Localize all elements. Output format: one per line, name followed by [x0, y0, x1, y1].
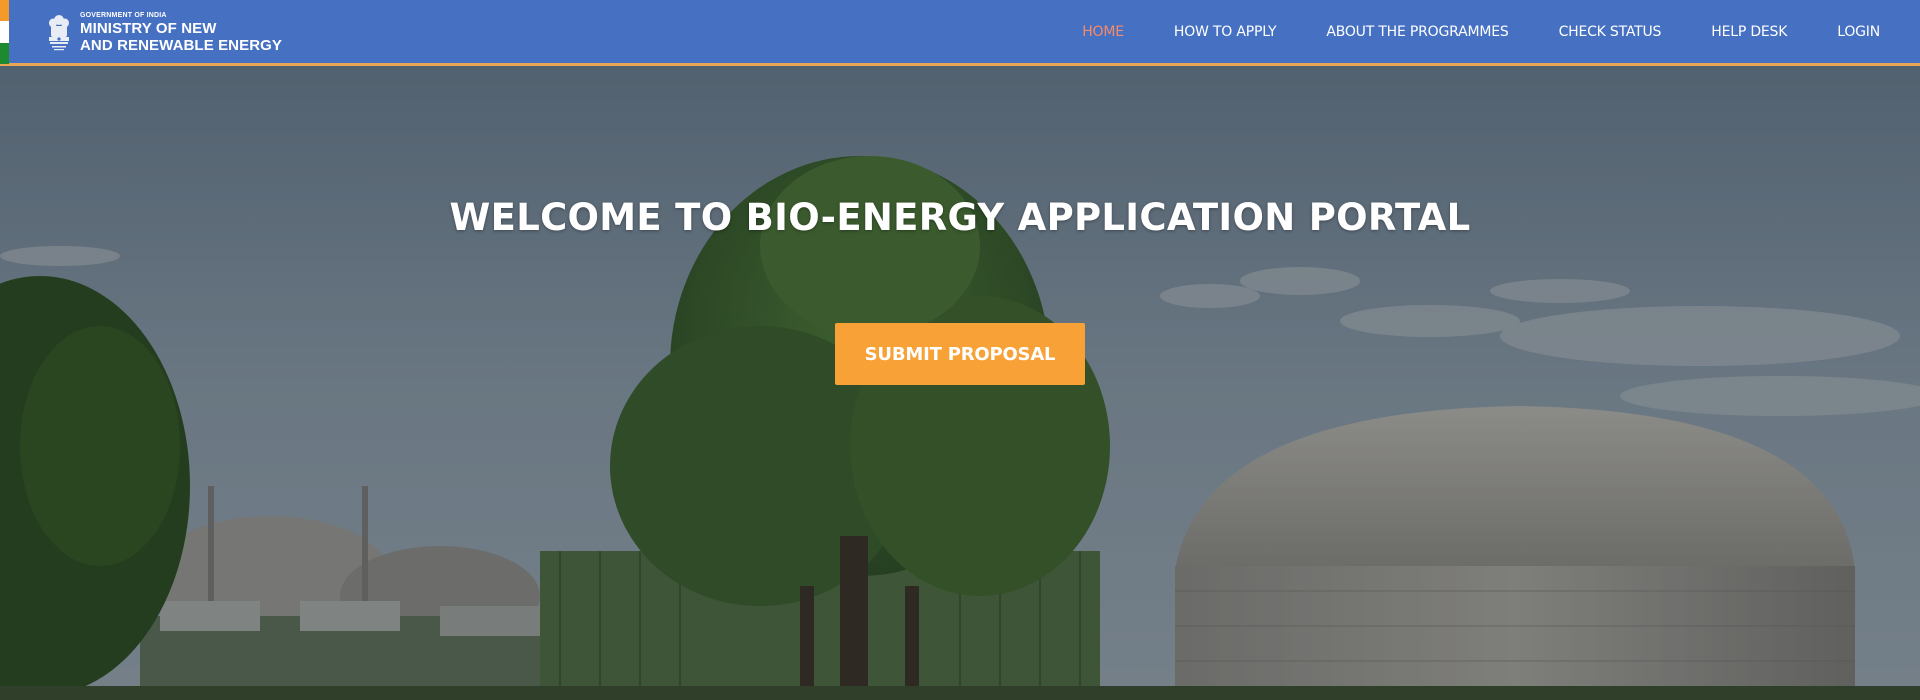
welcome-heading: WELCOME TO BIO-ENERGY APPLICATION PORTAL	[449, 196, 1471, 239]
hero-banner: WELCOME TO BIO-ENERGY APPLICATION PORTAL…	[0, 66, 1920, 700]
ministry-name-line-1: MINISTRY OF NEW	[80, 20, 217, 37]
hero-title: WELCOME TO BIO-ENERGY APPLICATION PORTAL	[0, 196, 1920, 239]
nav-check-status[interactable]: CHECK STATUS	[1559, 24, 1662, 40]
nav-home[interactable]: HOME	[1082, 24, 1124, 40]
main-nav: HOME HOW TO APPLY ABOUT THE PROGRAMMES C…	[1082, 0, 1920, 64]
top-navbar: GOVERNMENT OF INDIA MINISTRY OF NEW AND …	[0, 0, 1920, 66]
government-of-india-label: GOVERNMENT OF INDIA	[80, 12, 167, 19]
nav-about-programmes[interactable]: ABOUT THE PROGRAMMES	[1326, 24, 1508, 40]
ministry-logo-link[interactable]: GOVERNMENT OF INDIA MINISTRY OF NEW AND …	[46, 11, 282, 54]
nav-login[interactable]: LOGIN	[1837, 24, 1880, 40]
submit-proposal-button[interactable]: SUBMIT PROPOSAL	[835, 323, 1085, 385]
nav-how-to-apply[interactable]: HOW TO APPLY	[1174, 24, 1277, 40]
tricolor-strip	[0, 0, 9, 64]
ministry-name-line-2: AND RENEWABLE ENERGY	[80, 37, 283, 54]
nav-help-desk[interactable]: HELP DESK	[1711, 24, 1787, 40]
national-emblem-icon	[49, 14, 69, 50]
